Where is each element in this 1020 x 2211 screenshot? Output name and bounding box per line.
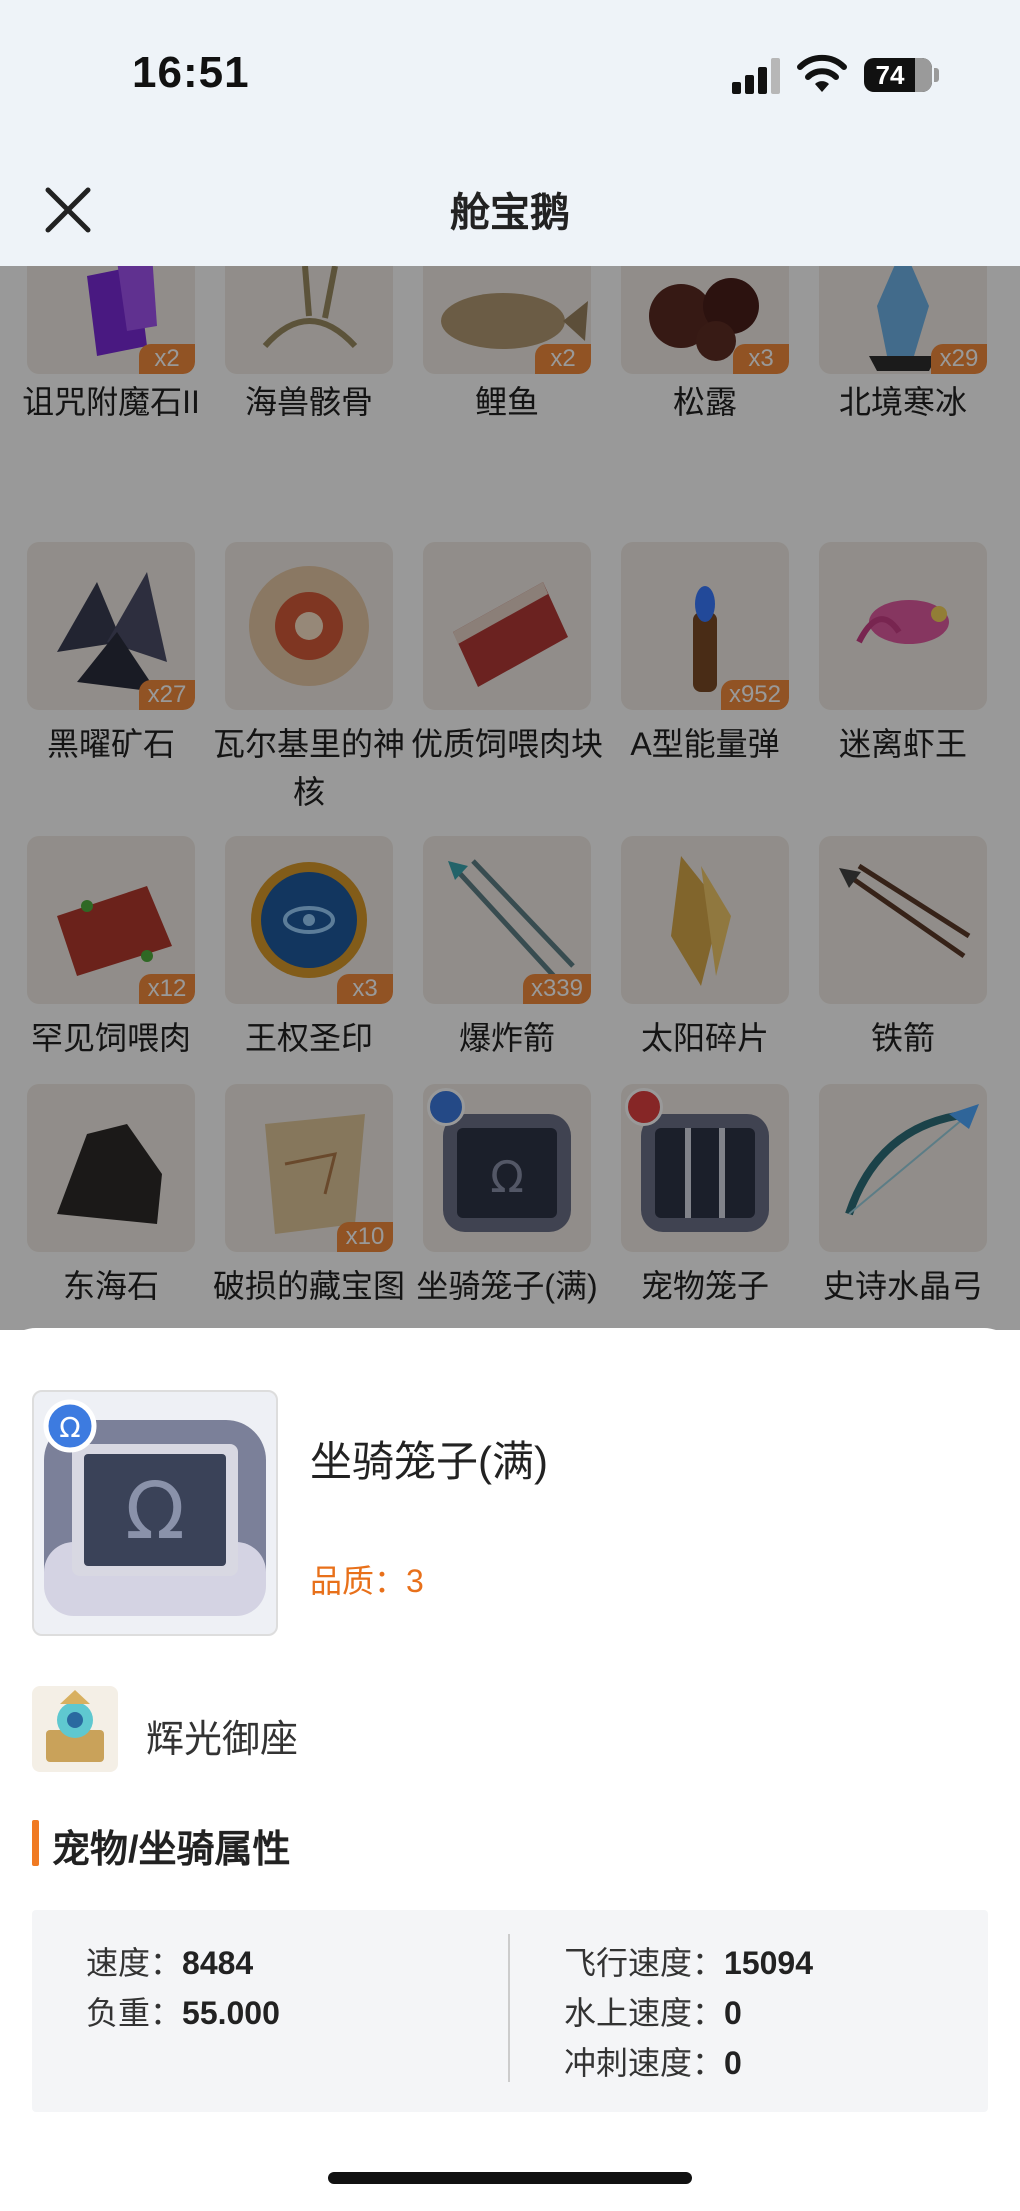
cellular-signal-icon <box>732 58 784 94</box>
page-title: 舱宝鹅 <box>450 191 570 235</box>
attr-fly-speed: 飞行速度：15094 <box>564 1938 813 1984</box>
owner-name: 辉光御座 <box>146 1719 299 1761</box>
attr-label: 负重： <box>86 1995 183 2031</box>
attr-label: 速度： <box>86 1945 183 1981</box>
home-indicator[interactable] <box>328 2172 692 2184</box>
attr-load: 负重：55.000 <box>86 1988 280 2034</box>
detail-item-image: Ω Ω <box>32 1390 278 1636</box>
attr-water-speed: 水上速度：0 <box>564 1988 742 2034</box>
attr-value: 8484 <box>182 1945 254 1981</box>
attr-value: 15094 <box>724 1945 813 1981</box>
detail-item-name: 坐骑笼子(满) <box>310 1438 548 1485</box>
status-bar: 16:51 74 <box>0 0 1020 150</box>
status-time: 16:51 <box>132 48 250 97</box>
section-accent-bar <box>32 1820 39 1866</box>
detail-item-quality: 品质：3 <box>310 1563 424 1599</box>
attr-label: 飞行速度： <box>564 1945 725 1981</box>
svg-text:Ω: Ω <box>59 1411 80 1444</box>
battery-icon: 74 <box>864 58 932 92</box>
attributes-panel: 速度：8484 负重：55.000 飞行速度：15094 水上速度：0 冲刺速度… <box>32 1910 988 2112</box>
attr-sprint-speed: 冲刺速度：0 <box>564 2038 742 2084</box>
attr-divider <box>508 1934 510 2082</box>
wifi-icon <box>797 54 847 92</box>
battery-level: 74 <box>875 60 905 90</box>
item-detail-sheet: Ω Ω 坐骑笼子(满) 品质：3 辉光御座 宠物/坐骑属性 速度：8484 负重… <box>0 1328 1020 2211</box>
svg-text:Ω: Ω <box>125 1467 185 1557</box>
modal-backdrop[interactable] <box>0 266 1020 1330</box>
throne-icon <box>32 1686 118 1772</box>
attr-value: 0 <box>724 2045 742 2081</box>
attr-value: 0 <box>724 1995 742 2031</box>
attr-label: 水上速度： <box>564 1995 725 2031</box>
section-title: 宠物/坐骑属性 <box>52 1829 291 1871</box>
attr-speed: 速度：8484 <box>86 1938 253 1984</box>
attr-label: 冲刺速度： <box>564 2045 725 2081</box>
attr-value: 55.000 <box>182 1995 280 2031</box>
